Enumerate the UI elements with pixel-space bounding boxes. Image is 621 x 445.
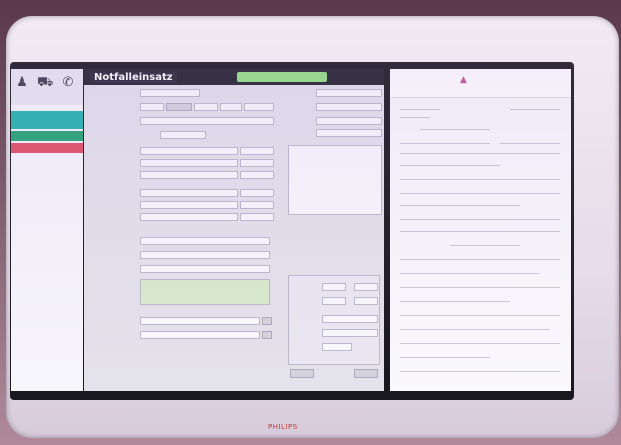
input-field[interactable] xyxy=(316,129,382,137)
lookup-button[interactable] xyxy=(166,103,192,111)
input-field[interactable] xyxy=(316,89,382,97)
text-line xyxy=(400,109,440,110)
input-field[interactable] xyxy=(220,103,242,111)
text-line xyxy=(450,245,520,246)
comment-area[interactable] xyxy=(288,145,382,215)
input-field[interactable] xyxy=(140,189,238,197)
input-field[interactable] xyxy=(140,103,164,111)
text-line xyxy=(400,193,560,194)
input-field[interactable] xyxy=(240,171,274,179)
input-field[interactable] xyxy=(140,331,260,339)
input-field[interactable] xyxy=(140,251,270,259)
input-field[interactable] xyxy=(322,283,346,291)
text-line xyxy=(400,179,560,180)
input-field[interactable] xyxy=(322,315,378,323)
text-line xyxy=(400,371,560,372)
document-toolbar: ▲ xyxy=(390,69,571,98)
input-field[interactable] xyxy=(140,265,270,273)
input-field[interactable] xyxy=(140,117,274,125)
text-line xyxy=(400,231,560,232)
input-field[interactable] xyxy=(140,147,238,155)
text-line xyxy=(400,343,560,344)
input-field[interactable] xyxy=(140,201,238,209)
select-field[interactable] xyxy=(160,131,206,139)
text-line xyxy=(400,117,430,118)
text-line xyxy=(400,165,500,166)
text-line xyxy=(400,357,490,358)
text-line xyxy=(400,329,550,330)
form-title: Notfalleinsatz xyxy=(90,72,177,83)
input-field[interactable] xyxy=(244,103,274,111)
text-line xyxy=(400,153,560,154)
input-field[interactable] xyxy=(140,171,238,179)
input-field[interactable] xyxy=(140,237,270,245)
notes-area[interactable] xyxy=(140,279,270,305)
input-field[interactable] xyxy=(240,213,274,221)
status-row-green[interactable] xyxy=(11,131,83,141)
document-icon[interactable]: ▲ xyxy=(460,75,467,85)
text-line xyxy=(420,129,490,130)
input-field[interactable] xyxy=(322,329,378,337)
input-field[interactable] xyxy=(140,317,260,325)
input-field[interactable] xyxy=(322,343,352,351)
form-action-button[interactable] xyxy=(354,369,378,378)
text-line xyxy=(400,143,490,144)
left-nav: ♟ ⛟ ✆ xyxy=(11,69,83,391)
input-field[interactable] xyxy=(240,147,274,155)
text-line xyxy=(400,219,560,220)
person-icon[interactable]: ♟ xyxy=(15,75,29,91)
form-action-button[interactable] xyxy=(290,369,314,378)
input-field[interactable] xyxy=(194,103,218,111)
input-field[interactable] xyxy=(140,159,238,167)
text-line xyxy=(400,301,510,302)
text-line xyxy=(500,143,560,144)
picker-button[interactable] xyxy=(262,317,272,325)
input-field[interactable] xyxy=(354,283,378,291)
text-line xyxy=(400,273,540,274)
nav-icon-bar: ♟ ⛟ ✆ xyxy=(11,69,83,105)
picker-button[interactable] xyxy=(262,331,272,339)
input-field[interactable] xyxy=(322,297,346,305)
input-field[interactable] xyxy=(316,117,382,125)
document-preview: ▲ xyxy=(390,69,571,391)
save-button[interactable] xyxy=(237,72,327,82)
input-field[interactable] xyxy=(140,89,200,97)
input-field[interactable] xyxy=(140,213,238,221)
input-field[interactable] xyxy=(316,103,382,111)
status-row-teal[interactable] xyxy=(11,111,83,129)
text-line xyxy=(400,205,520,206)
monitor-brand-logo: PHILIPS xyxy=(268,423,298,431)
text-line xyxy=(510,109,560,110)
input-field[interactable] xyxy=(240,189,274,197)
text-line xyxy=(400,259,560,260)
input-field[interactable] xyxy=(240,201,274,209)
text-line xyxy=(400,315,560,316)
status-row-red[interactable] xyxy=(11,143,83,153)
text-line xyxy=(400,287,560,288)
emergency-form: Notfalleinsatz xyxy=(84,69,462,391)
input-field[interactable] xyxy=(354,297,378,305)
screen: ♟ ⛟ ✆ Notfalleinsatz ▲ xyxy=(10,62,574,400)
car-icon[interactable]: ⛟ xyxy=(37,75,53,91)
input-field[interactable] xyxy=(240,159,274,167)
phone-icon[interactable]: ✆ xyxy=(61,75,75,91)
